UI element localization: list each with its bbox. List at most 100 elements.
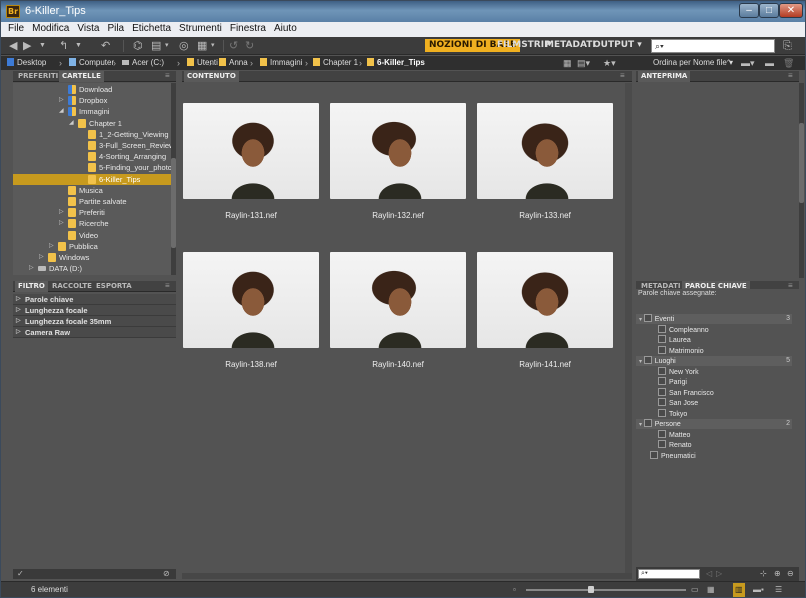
workspace-filmstrip[interactable]: FILMSTRIP — [497, 39, 551, 52]
keyword-group[interactable]: ▾ Eventi 3 — [636, 314, 792, 324]
folder-item[interactable]: ◢ Immagini — [13, 106, 171, 117]
breadcrumb-utenti[interactable]: Utenti — [187, 57, 218, 69]
folder-item[interactable]: ◢ Chapter 1 — [13, 118, 171, 129]
filter-group[interactable]: ▷ Parole chiave — [13, 294, 176, 305]
keyword-item[interactable]: Pneumatici — [636, 450, 792, 461]
keyword-group[interactable]: ▾ Persone 2 — [636, 419, 792, 429]
thumbnail-filename[interactable]: Raylin-131.nef — [183, 211, 319, 220]
pin-icon[interactable]: ✓ — [17, 567, 24, 581]
minimize-button[interactable]: – — [739, 3, 759, 18]
breadcrumb-separator[interactable]: › — [250, 57, 253, 69]
panel-menu-icon[interactable]: ≡ — [620, 71, 625, 81]
workspace-output[interactable]: OUTPUT ▾ — [593, 39, 642, 52]
breadcrumb-separator[interactable]: › — [209, 57, 212, 69]
output-dropdown-icon[interactable]: ▾ — [211, 39, 215, 53]
star-filter-icon[interactable]: ★▾ — [603, 56, 616, 70]
thumbnail-image[interactable] — [183, 252, 319, 348]
folder-item[interactable]: 3-Full_Screen_Review — [13, 140, 171, 151]
breadcrumb-immagini[interactable]: Immagini — [260, 57, 302, 69]
expand-triangle-icon[interactable]: ▷ — [59, 218, 64, 229]
expand-triangle-icon[interactable]: ◢ — [59, 106, 64, 117]
zoom-out-icon[interactable]: ▫ — [513, 583, 516, 597]
sort-dropdown[interactable]: Ordina per Nome file ▾ — [653, 57, 733, 69]
content-scrollbar[interactable] — [625, 83, 632, 573]
keyword-item[interactable]: Matteo — [636, 429, 792, 440]
output-icon[interactable]: ▦ — [197, 39, 207, 53]
breadcrumb-separator[interactable]: › — [113, 57, 116, 69]
tab-collections[interactable]: RACCOLTE — [49, 281, 95, 292]
new-keyword-icon[interactable]: ⊕ — [774, 567, 781, 581]
open-recent-icon[interactable]: ▬▾ — [741, 56, 755, 70]
keyword-checkbox[interactable] — [643, 356, 652, 364]
expand-triangle-icon[interactable]: ▷ — [59, 95, 64, 106]
refine-icon[interactable]: ▤ — [151, 39, 161, 53]
menu-item[interactable]: Modifica — [28, 22, 73, 37]
rotate-right-icon[interactable]: ↻ — [245, 39, 254, 53]
breadcrumb-chapter[interactable]: Chapter 1 — [313, 57, 358, 69]
right-scrollbar[interactable] — [799, 83, 804, 278]
right-scroll-thumb[interactable] — [799, 123, 804, 203]
menu-item[interactable]: Vista — [73, 22, 103, 37]
expand-triangle-icon[interactable]: ▷ — [49, 241, 54, 252]
thumbnail-filename[interactable]: Raylin-141.nef — [477, 360, 613, 369]
folder-item[interactable]: Musica — [13, 185, 171, 196]
folder-item[interactable]: 1_2-Getting_Viewing — [13, 129, 171, 140]
keyword-item[interactable]: Laurea — [636, 335, 792, 345]
filter-group[interactable]: ▷ Lunghezza focale 35mm — [13, 316, 176, 327]
forward-arrow-icon[interactable]: ▶ — [23, 39, 31, 53]
delete-icon[interactable]: 🗑 — [783, 56, 794, 70]
thumbnail-filename[interactable]: Raylin-133.nef — [477, 211, 613, 220]
thumbnail-quality-icon[interactable]: ▦ — [563, 56, 572, 70]
keyword-checkbox[interactable] — [643, 314, 652, 322]
keyword-checkbox[interactable] — [658, 429, 666, 438]
review-mode-icon[interactable]: ▤▾ — [577, 56, 590, 70]
menu-item[interactable]: File — [4, 22, 28, 37]
breadcrumb-separator[interactable]: › — [177, 57, 180, 69]
new-folder-icon[interactable]: ▬ — [765, 56, 774, 70]
keyword-checkbox[interactable] — [658, 440, 666, 448]
search-input[interactable]: ⌕▾ — [651, 39, 775, 53]
folder-item[interactable]: ▷ Ricerche — [13, 218, 171, 229]
keyword-checkbox[interactable] — [658, 345, 666, 354]
keyword-checkbox[interactable] — [650, 450, 658, 459]
filter-group[interactable]: ▷ Camera Raw — [13, 327, 176, 338]
clear-filter-icon[interactable]: ⊘ — [163, 567, 170, 581]
keyword-checkbox[interactable] — [643, 419, 652, 427]
keyword-item[interactable]: Renato — [636, 440, 792, 450]
go-parent-icon[interactable]: ↰ — [59, 39, 68, 53]
keyword-checkbox[interactable] — [658, 335, 666, 343]
panel-menu-icon[interactable]: ≡ — [165, 281, 170, 291]
panel-menu-icon[interactable]: ≡ — [788, 71, 793, 81]
workspace-metadata[interactable]: METADATI — [545, 39, 596, 52]
thumbnail-image[interactable] — [330, 252, 466, 348]
prev-result-icon[interactable]: ◁ — [706, 567, 712, 581]
expand-triangle-icon[interactable]: ◢ — [69, 118, 74, 129]
thumbnail-filename[interactable]: Raylin-140.nef — [330, 360, 466, 369]
keyword-item[interactable]: New York — [636, 366, 792, 377]
breadcrumb-separator[interactable]: › — [359, 57, 362, 69]
keyword-item[interactable]: Compleanno — [636, 324, 792, 335]
thumbnail-filename[interactable]: Raylin-138.nef — [183, 360, 319, 369]
panel-menu-icon[interactable]: ≡ — [165, 71, 170, 81]
get-photos-icon[interactable]: ⌬ — [133, 39, 143, 53]
thumbnail-image[interactable] — [330, 103, 466, 199]
breadcrumb-desktop[interactable]: Desktop — [7, 57, 46, 69]
folders-scrollbar[interactable] — [171, 83, 176, 275]
new-sub-keyword-icon[interactable]: ⊹ — [760, 567, 767, 581]
favorites-dropdown-icon[interactable]: ▼ — [75, 39, 82, 53]
rotate-left-icon[interactable]: ↺ — [229, 39, 238, 53]
menu-item[interactable]: Strumenti — [175, 22, 226, 37]
folder-item[interactable]: 6-Killer_Tips — [13, 173, 171, 185]
sort-ascending-icon[interactable]: ⌃ — [725, 56, 733, 70]
keyword-checkbox[interactable] — [658, 324, 666, 333]
tab-folders[interactable]: CARTELLE — [59, 71, 104, 82]
slider-knob[interactable] — [587, 586, 594, 593]
folder-item[interactable]: ▷ Dropbox — [13, 95, 171, 106]
lock-grid-icon[interactable]: ▦ — [707, 583, 715, 597]
filter-group[interactable]: ▷ Lunghezza focale — [13, 305, 176, 316]
thumbnail-image[interactable] — [477, 252, 613, 348]
folder-item[interactable]: ▷ Preferiti — [13, 207, 171, 218]
breadcrumb-anna[interactable]: Anna — [219, 57, 248, 69]
view-details-icon[interactable]: ▬▪ — [753, 583, 764, 597]
folder-item[interactable]: 4-Sorting_Arranging — [13, 151, 171, 162]
